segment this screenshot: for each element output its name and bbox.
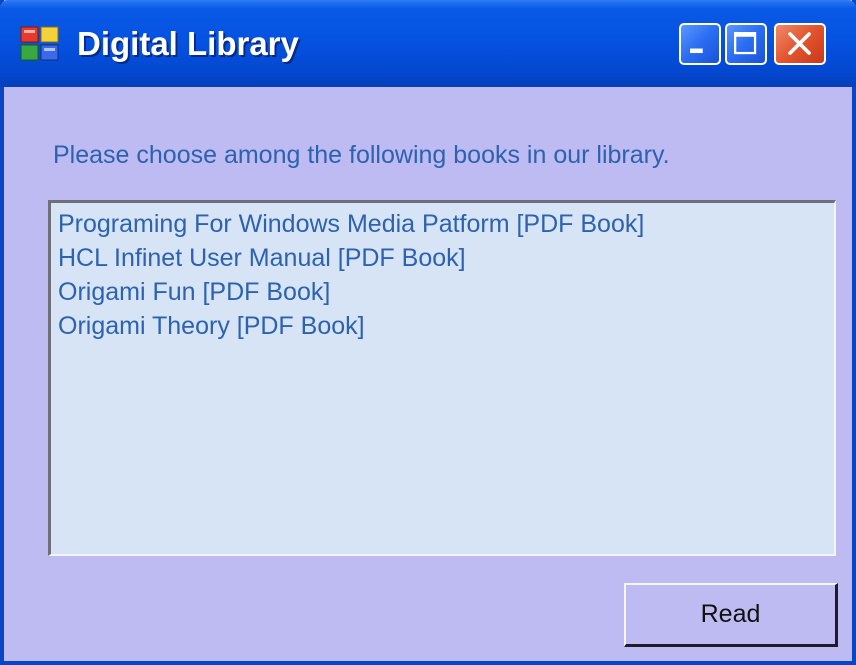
close-button[interactable]: [774, 23, 826, 65]
book-list-item[interactable]: HCL Infinet User Manual [PDF Book]: [58, 241, 834, 275]
book-list-item[interactable]: Origami Theory [PDF Book]: [58, 309, 834, 343]
book-list-item[interactable]: Programing For Windows Media Patform [PD…: [58, 207, 834, 241]
instruction-label: Please choose among the following books …: [53, 141, 670, 169]
book-listbox[interactable]: Programing For Windows Media Patform [PD…: [48, 200, 836, 556]
close-icon: [788, 32, 811, 55]
window-title: Digital Library: [77, 25, 299, 62]
book-list-item[interactable]: Origami Fun [PDF Book]: [58, 275, 834, 309]
app-icon: [20, 26, 59, 61]
digital-library-window: Digital Library Please choose among the …: [0, 0, 856, 665]
read-button[interactable]: Read: [624, 583, 838, 647]
title-bar[interactable]: Digital Library: [0, 0, 856, 87]
maximize-button[interactable]: [725, 23, 767, 65]
minimize-button[interactable]: [679, 23, 721, 65]
minimize-icon: [690, 48, 703, 54]
maximize-icon: [734, 32, 757, 55]
